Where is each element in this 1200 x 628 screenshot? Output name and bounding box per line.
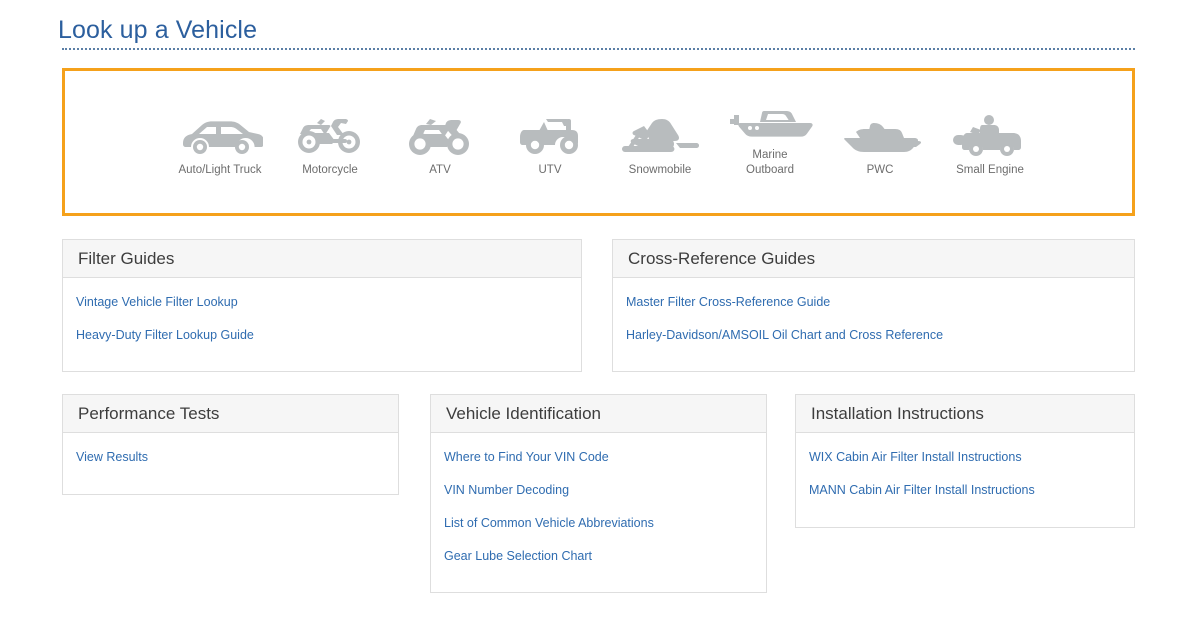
page-title: Look up a Vehicle	[58, 16, 258, 44]
card-title: Installation Instructions	[811, 403, 984, 423]
card-vehicle-identification: Vehicle Identification Where to Find You…	[430, 394, 767, 593]
pwc-icon	[825, 109, 935, 157]
card-header: Filter Guides	[63, 240, 581, 278]
card-title: Cross-Reference Guides	[628, 248, 816, 268]
card-header: Installation Instructions	[796, 395, 1134, 433]
link-wix-cabin-air-filter-install-instructions[interactable]: WIX Cabin Air Filter Install Instruction…	[809, 449, 1119, 465]
card-title: Performance Tests	[78, 403, 220, 423]
vehicle-type-snowmobile[interactable]: Snowmobile	[605, 109, 715, 178]
mower-icon	[935, 109, 1045, 157]
vehicle-type-marine-outboard[interactable]: Marine Outboard	[715, 109, 825, 178]
card-body: View Results	[63, 433, 398, 475]
link-gear-lube-selection-chart[interactable]: Gear Lube Selection Chart	[444, 548, 751, 564]
vehicle-type-utv[interactable]: UTV	[495, 109, 605, 178]
title-divider	[62, 48, 1135, 50]
card-body: Vintage Vehicle Filter Lookup Heavy-Duty…	[63, 278, 581, 353]
card-body: Master Filter Cross-Reference Guide Harl…	[613, 278, 1134, 353]
card-header: Performance Tests	[63, 395, 398, 433]
card-header: Vehicle Identification	[431, 395, 766, 433]
atv-icon	[385, 109, 495, 157]
vehicle-type-motorcycle[interactable]: Motorcycle	[275, 109, 385, 178]
vehicle-type-label: Marine Outboard	[746, 149, 794, 176]
link-master-filter-cross-reference-guide[interactable]: Master Filter Cross-Reference Guide	[626, 294, 1119, 310]
vehicle-type-label: Auto/Light Truck	[178, 164, 262, 176]
link-harley-davidson-amsoil-oil-chart[interactable]: Harley-Davidson/AMSOIL Oil Chart and Cro…	[626, 327, 1119, 343]
vehicle-type-small-engine[interactable]: Small Engine	[935, 109, 1045, 178]
vehicle-type-label: UTV	[538, 164, 562, 176]
car-icon	[165, 109, 275, 157]
card-title: Vehicle Identification	[446, 403, 601, 423]
vehicle-type-label: Small Engine	[956, 164, 1024, 176]
card-filter-guides: Filter Guides Vintage Vehicle Filter Loo…	[62, 239, 582, 372]
card-title: Filter Guides	[78, 248, 175, 268]
utv-icon	[495, 109, 605, 157]
card-cross-reference-guides: Cross-Reference Guides Master Filter Cro…	[612, 239, 1135, 372]
link-mann-cabin-air-filter-install-instructions[interactable]: MANN Cabin Air Filter Install Instructio…	[809, 482, 1119, 498]
card-body: Where to Find Your VIN Code VIN Number D…	[431, 433, 766, 574]
link-view-results[interactable]: View Results	[76, 449, 383, 465]
vehicle-type-list: Auto/Light Truck Motorcycle ATV UTV Snow…	[165, 109, 1045, 178]
link-list-of-common-vehicle-abbreviations[interactable]: List of Common Vehicle Abbreviations	[444, 515, 751, 531]
link-where-to-find-your-vin-code[interactable]: Where to Find Your VIN Code	[444, 449, 751, 465]
card-body: WIX Cabin Air Filter Install Instruction…	[796, 433, 1134, 508]
link-vin-number-decoding[interactable]: VIN Number Decoding	[444, 482, 751, 498]
link-vintage-vehicle-filter-lookup[interactable]: Vintage Vehicle Filter Lookup	[76, 294, 566, 310]
card-header: Cross-Reference Guides	[613, 240, 1134, 278]
boat-icon	[715, 109, 825, 143]
vehicle-type-auto-light-truck[interactable]: Auto/Light Truck	[165, 109, 275, 178]
vehicle-type-label: Motorcycle	[302, 164, 358, 176]
vehicle-type-label: ATV	[429, 164, 451, 176]
vehicle-type-label: PWC	[866, 164, 894, 176]
snowmobile-icon	[605, 109, 715, 157]
vehicle-type-selector-panel: Auto/Light Truck Motorcycle ATV UTV Snow…	[62, 68, 1135, 216]
card-installation-instructions: Installation Instructions WIX Cabin Air …	[795, 394, 1135, 528]
vehicle-type-atv[interactable]: ATV	[385, 109, 495, 178]
link-heavy-duty-filter-lookup-guide[interactable]: Heavy-Duty Filter Lookup Guide	[76, 327, 566, 343]
card-performance-tests: Performance Tests View Results	[62, 394, 399, 495]
motorcycle-icon	[275, 109, 385, 157]
vehicle-type-pwc[interactable]: PWC	[825, 109, 935, 178]
lookup-vehicle-page: Look up a Vehicle Auto/Light Truck Motor…	[0, 0, 1200, 628]
vehicle-type-label: Snowmobile	[628, 164, 692, 176]
